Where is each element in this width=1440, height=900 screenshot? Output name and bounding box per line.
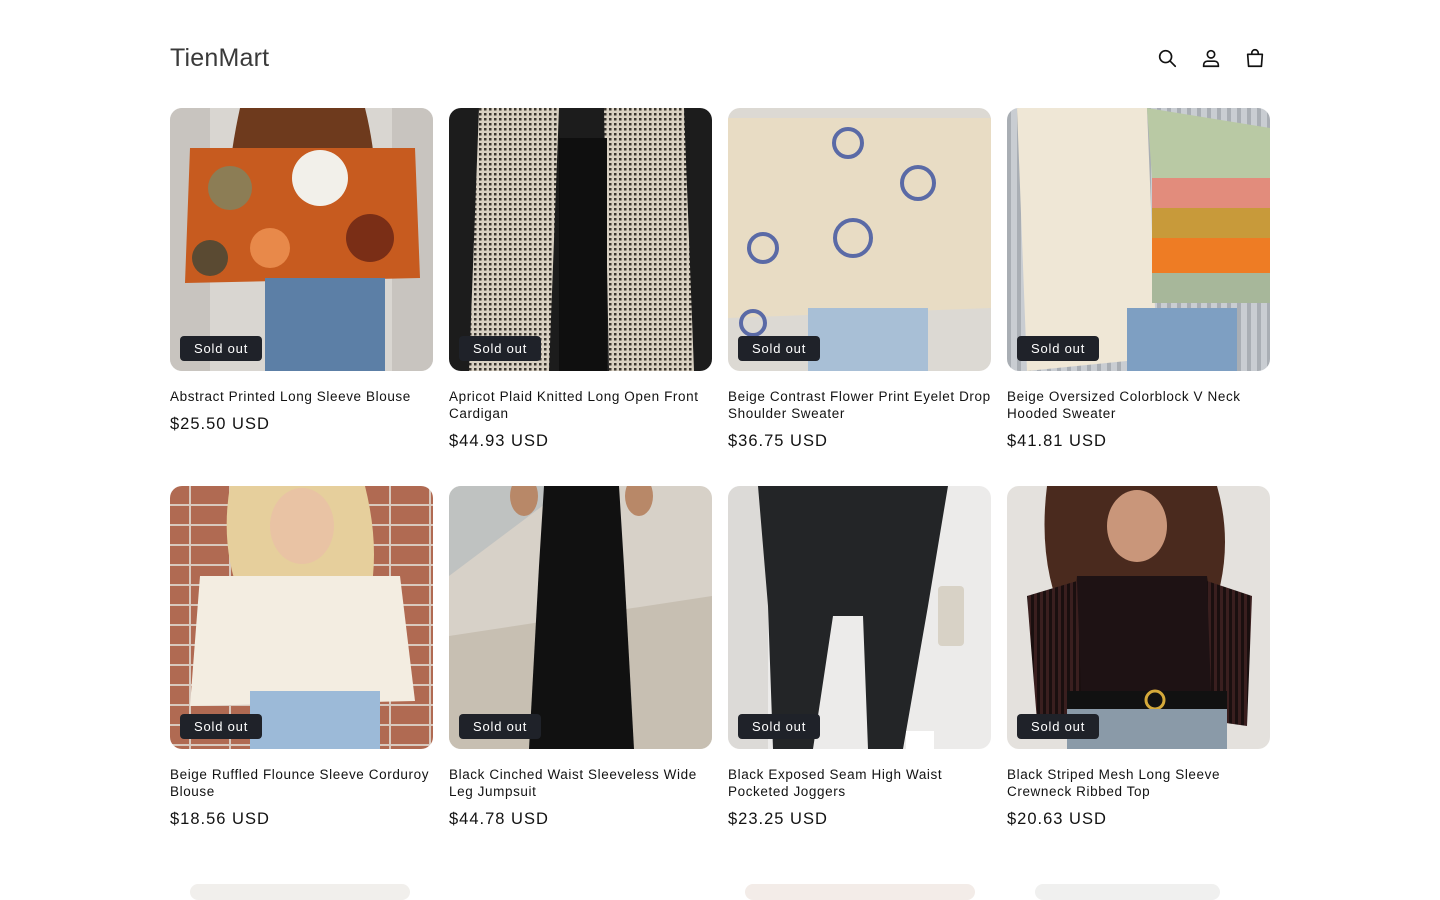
product-image[interactable]: Sold out: [728, 108, 991, 371]
product-card[interactable]: Sold out Black Cinched Waist Sleeveless …: [449, 486, 712, 864]
sold-out-badge: Sold out: [459, 714, 542, 739]
product-card[interactable]: Sold out Apricot Plaid Knitted Long Open…: [449, 108, 712, 486]
sold-out-badge: Sold out: [459, 336, 542, 361]
product-image[interactable]: Sold out: [1007, 108, 1270, 371]
product-title[interactable]: Beige Contrast Flower Print Eyelet Drop …: [728, 388, 991, 422]
sold-out-badge: Sold out: [180, 336, 263, 361]
header-icons: [1149, 40, 1273, 76]
product-image-preview: [190, 884, 410, 900]
account-icon[interactable]: [1193, 40, 1229, 76]
product-price: $41.81 USD: [1007, 432, 1107, 450]
product-title[interactable]: Black Striped Mesh Long Sleeve Crewneck …: [1007, 766, 1270, 800]
store-logo[interactable]: TienMart: [170, 44, 269, 73]
product-image[interactable]: Sold out: [170, 486, 433, 749]
cart-icon[interactable]: [1237, 40, 1273, 76]
product-card[interactable]: Sold out Beige Contrast Flower Print Eye…: [728, 108, 991, 486]
product-title[interactable]: Black Cinched Waist Sleeveless Wide Leg …: [449, 766, 712, 800]
sold-out-badge: Sold out: [1017, 336, 1100, 361]
product-image[interactable]: Sold out: [170, 108, 433, 371]
product-price: $25.50 USD: [170, 415, 270, 433]
product-title[interactable]: Beige Ruffled Flounce Sleeve Corduroy Bl…: [170, 766, 433, 800]
product-price: $36.75 USD: [728, 432, 828, 450]
product-card[interactable]: Sold out Black Exposed Seam High Waist P…: [728, 486, 991, 864]
sold-out-badge: Sold out: [738, 714, 821, 739]
product-title[interactable]: Black Exposed Seam High Waist Pocketed J…: [728, 766, 991, 800]
product-title[interactable]: Beige Oversized Colorblock V Neck Hooded…: [1007, 388, 1270, 422]
product-card[interactable]: Sold out Abstract Printed Long Sleeve Bl…: [170, 108, 433, 486]
search-icon[interactable]: [1149, 40, 1185, 76]
product-title[interactable]: Abstract Printed Long Sleeve Blouse: [170, 388, 433, 405]
product-image[interactable]: Sold out: [449, 108, 712, 371]
product-image-preview: [745, 884, 975, 900]
product-grid: Sold out Abstract Printed Long Sleeve Bl…: [170, 108, 1270, 864]
product-title[interactable]: Apricot Plaid Knitted Long Open Front Ca…: [449, 388, 712, 422]
product-image[interactable]: Sold out: [1007, 486, 1270, 749]
sold-out-badge: Sold out: [738, 336, 821, 361]
product-price: $20.63 USD: [1007, 810, 1107, 828]
product-card[interactable]: Sold out Black Striped Mesh Long Sleeve …: [1007, 486, 1270, 864]
sold-out-badge: Sold out: [180, 714, 263, 739]
product-image[interactable]: Sold out: [728, 486, 991, 749]
product-price: $18.56 USD: [170, 810, 270, 828]
product-card[interactable]: Sold out Beige Oversized Colorblock V Ne…: [1007, 108, 1270, 486]
product-image-preview: [1035, 884, 1220, 900]
product-price: $44.93 USD: [449, 432, 549, 450]
product-card[interactable]: Sold out Beige Ruffled Flounce Sleeve Co…: [170, 486, 433, 864]
site-header: TienMart: [170, 36, 1270, 80]
product-image[interactable]: Sold out: [449, 486, 712, 749]
product-price: $23.25 USD: [728, 810, 828, 828]
product-price: $44.78 USD: [449, 810, 549, 828]
sold-out-badge: Sold out: [1017, 714, 1100, 739]
next-row-preview: [0, 878, 1440, 900]
